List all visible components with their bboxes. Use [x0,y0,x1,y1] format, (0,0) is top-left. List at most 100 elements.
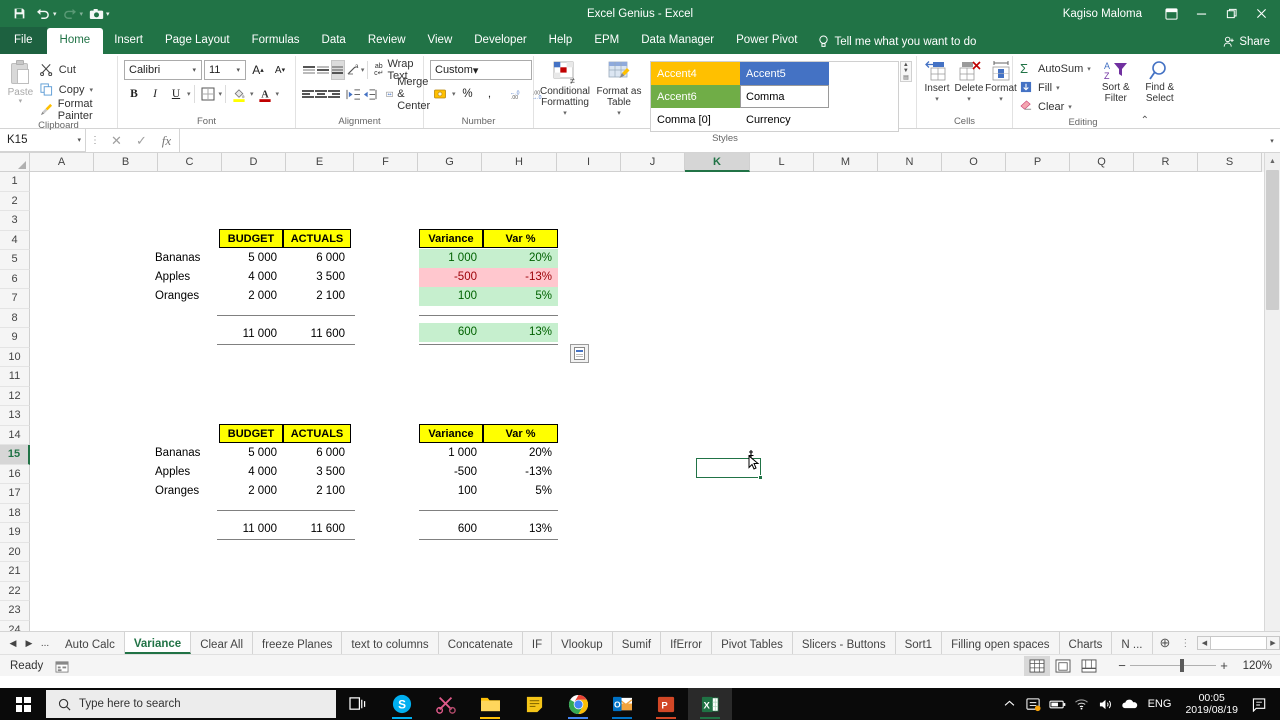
action-center-icon[interactable] [1246,688,1274,720]
cell-E14-actuals[interactable]: 6 000 [283,444,345,463]
sheet-tab-splitter[interactable]: ⋮ [1177,632,1193,654]
row-header-10[interactable]: 10 [0,347,30,367]
cell-E6-actuals[interactable]: 2 100 [283,287,345,306]
row-header-22[interactable]: 22 [0,581,30,601]
sheet-tab-text-to-columns[interactable]: text to columns [342,632,439,654]
sheet-tab-charts[interactable]: Charts [1060,632,1113,654]
taskbar-app-icons[interactable]: S O P X [336,688,732,720]
format-cells-dropdown-icon[interactable]: ▾ [999,94,1003,105]
redo-dropdown-icon[interactable]: ▾ [80,10,84,18]
sheet-tab-sort1[interactable]: Sort1 [896,632,943,654]
tab-page-layout[interactable]: Page Layout [154,28,241,54]
outlook-icon[interactable]: O [600,688,644,720]
cell-D16-budget[interactable]: 2 000 [219,482,277,501]
format-as-table-button[interactable]: Format as Table ▾ [592,60,646,119]
comma-style-button[interactable]: , [480,84,500,104]
fill-button[interactable]: Fill ▾ [1017,79,1094,97]
cell-G13-variance-header[interactable]: Variance [419,424,483,443]
cell-H8-varpct-total[interactable]: 13% [483,323,558,342]
paste-button[interactable]: Paste ▾ [4,58,37,105]
cell-H16-varpct[interactable]: 5% [483,482,552,501]
minimize-button[interactable] [1186,0,1216,27]
taskbar-search-box[interactable]: Type here to search [46,690,336,718]
column-header-L[interactable]: L [750,153,814,172]
page-break-view-button[interactable] [1076,656,1102,676]
zoom-level-label[interactable]: 120% [1232,660,1272,672]
row-header-9[interactable]: 9 [0,328,30,348]
column-header-G[interactable]: G [418,153,482,172]
align-left-button[interactable] [302,84,314,104]
accounting-format-button[interactable] [430,84,450,104]
font-family-caret-icon[interactable]: ▾ [189,66,199,74]
undo-icon[interactable] [32,4,54,24]
hscroll-left-icon[interactable]: ◀ [1197,636,1212,650]
cell-H6-varpct[interactable]: 5% [483,287,558,306]
row-header-18[interactable]: 18 [0,503,30,523]
tab-home[interactable]: Home [46,28,104,54]
font-family-combo[interactable]: Calibri ▾ [124,60,202,80]
format-as-table-dropdown-icon[interactable]: ▾ [617,108,621,119]
style-accent6[interactable]: Accent6 [651,85,740,108]
column-header-J[interactable]: J [621,153,685,172]
column-header-H[interactable]: H [482,153,557,172]
cell-H13-varpct-header[interactable]: Var % [483,424,558,443]
align-center-button[interactable] [315,84,327,104]
row-header-5[interactable]: 5 [0,250,30,270]
horizontal-scrollbar[interactable]: ◀ ▶ [1197,632,1280,654]
tab-insert[interactable]: Insert [103,28,154,54]
styles-more-icon[interactable]: ▤ [901,74,911,81]
powerpoint-icon[interactable]: P [644,688,688,720]
language-indicator[interactable]: ENG [1142,698,1178,710]
select-all-corner[interactable] [0,153,30,172]
formula-bar-handle[interactable]: ⋮ [86,129,104,152]
zoom-control[interactable]: − + 120% [1114,656,1272,676]
cell-styles-gallery[interactable]: Accent4 Accent5 Accent6 Comma Comma [0] … [650,61,899,132]
increase-indent-button[interactable] [362,84,377,104]
redo-icon[interactable] [59,4,81,24]
prev-sheet-icon[interactable]: ◀ [6,638,20,649]
cell-D6-budget[interactable]: 2 000 [219,287,277,306]
cell-E3-actuals-header[interactable]: ACTUALS [283,229,351,248]
sheet-tab-filling-open-spaces[interactable]: Filling open spaces [942,632,1060,654]
column-header-B[interactable]: B [94,153,158,172]
cell-G6-variance[interactable]: 100 [419,287,483,306]
cell-E18-actuals-total[interactable]: 11 600 [283,520,345,539]
cell-D18-budget-total[interactable]: 11 000 [219,520,277,539]
column-header-N[interactable]: N [878,153,942,172]
ribbon-display-options-icon[interactable] [1156,0,1186,27]
row-header-23[interactable]: 23 [0,601,30,621]
sheet-tab-vlookup[interactable]: Vlookup [552,632,613,654]
column-header-C[interactable]: C [158,153,222,172]
font-color-button[interactable]: A [255,84,275,104]
save-icon[interactable] [8,4,30,24]
cell-D13-budget-header[interactable]: BUDGET [219,424,283,443]
tab-view[interactable]: View [417,28,464,54]
name-box-caret-icon[interactable]: ▾ [77,136,81,144]
cell-H18-varpct-total[interactable]: 13% [483,520,552,539]
tab-file[interactable]: File [0,27,47,54]
row-header-16[interactable]: 16 [0,464,30,484]
row-header-1[interactable]: 1 [0,172,30,192]
style-comma[interactable]: Comma [740,85,829,108]
name-box[interactable]: K15 ▾ [0,129,86,152]
increase-decimal-button[interactable]: ←.0.00 [508,84,528,104]
format-painter-button[interactable]: Format Painter [37,98,113,122]
cell-D8-budget-total[interactable]: 11 000 [219,325,277,344]
cell-G15-variance[interactable]: -500 [419,463,477,482]
column-header-I[interactable]: I [557,153,621,172]
user-account-name[interactable]: Kagiso Maloma [1063,8,1142,20]
autosum-dropdown-icon[interactable]: ▾ [1087,65,1091,73]
zoom-in-button[interactable]: + [1216,658,1232,673]
cell-C14-label[interactable]: Bananas [155,444,217,463]
expand-formula-bar-icon[interactable]: ▾ [1264,129,1280,152]
decrease-font-size-button[interactable]: A ▾ [270,60,290,80]
cell-D5-budget[interactable]: 4 000 [219,268,277,287]
file-explorer-icon[interactable] [468,688,512,720]
borders-button[interactable] [198,84,218,104]
number-format-caret-icon[interactable]: ▾ [473,64,479,77]
tab-review[interactable]: Review [357,28,417,54]
column-header-A[interactable]: A [30,153,94,172]
style-currency[interactable]: Currency [740,108,829,131]
cell-H15-varpct[interactable]: -13% [483,463,552,482]
sheet-tab-iferror[interactable]: IfError [661,632,713,654]
